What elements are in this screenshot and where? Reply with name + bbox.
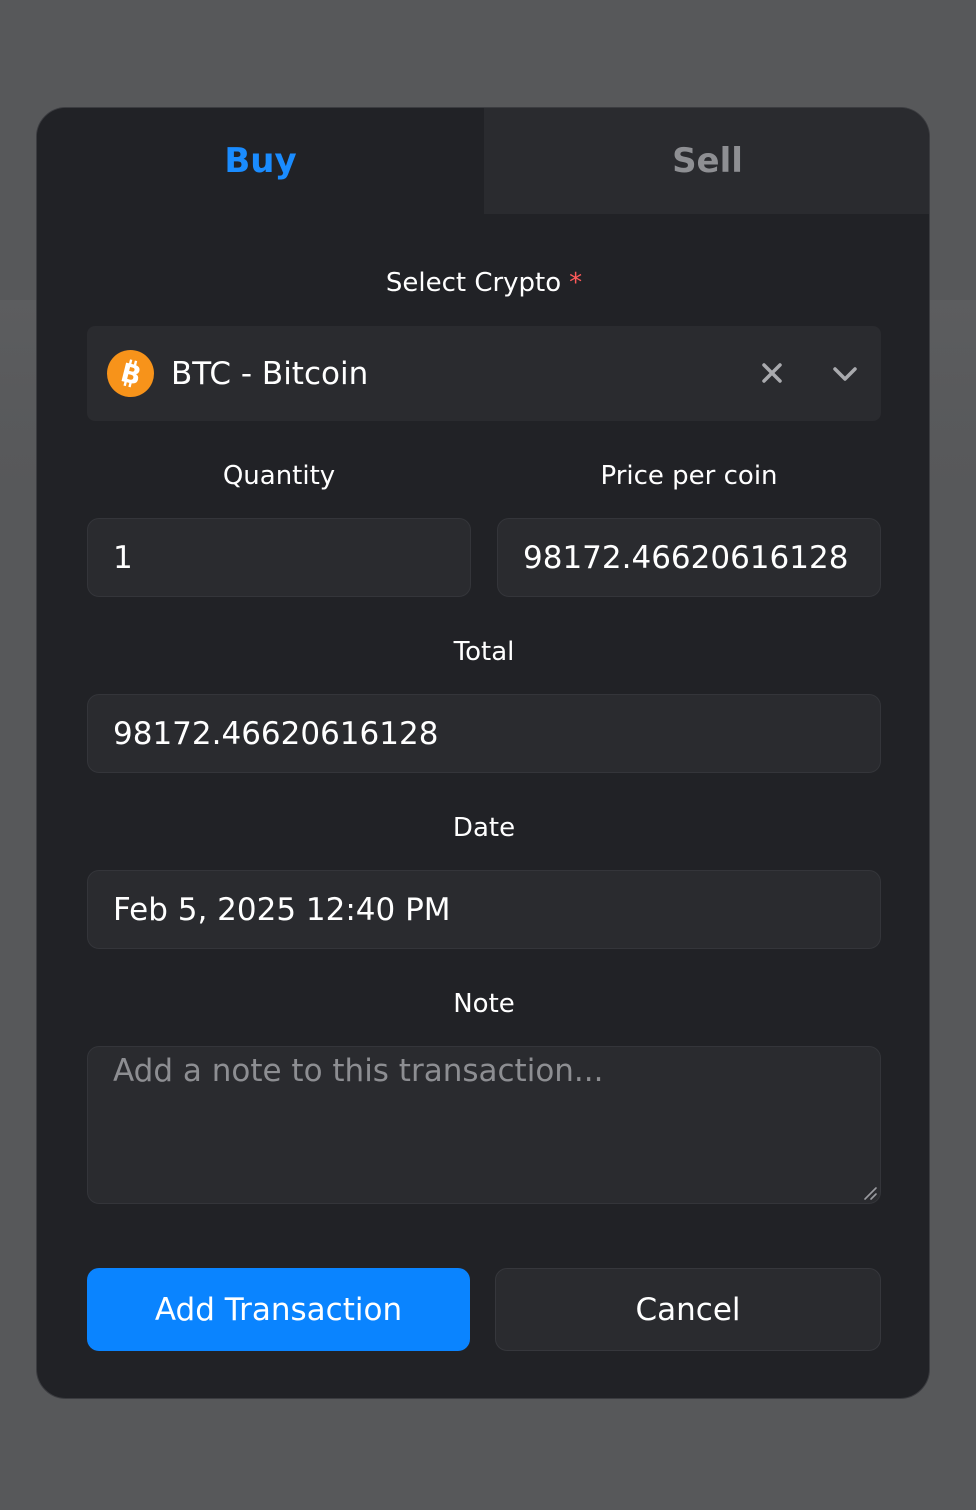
add-transaction-modal: Buy Sell Select Crypto* B BTC - Bitcoin [36, 107, 930, 1399]
price-per-coin-value: 98172.46620616128 [523, 539, 849, 576]
tab-sell[interactable]: Sell [484, 108, 929, 214]
total-input[interactable]: 98172.46620616128 [87, 694, 881, 773]
chevron-down-icon[interactable] [829, 358, 861, 390]
cancel-button[interactable]: Cancel [495, 1268, 881, 1351]
note-label: Note [453, 989, 515, 1019]
crypto-select[interactable]: B BTC - Bitcoin [87, 326, 881, 421]
close-icon[interactable] [757, 358, 787, 388]
select-crypto-label-text: Select Crypto [385, 268, 562, 298]
add-transaction-button-label: Add Transaction [154, 1291, 403, 1328]
required-marker: * [569, 268, 583, 298]
tab-buy-label: Buy [224, 141, 297, 181]
note-placeholder: Add a note to this transaction... [113, 1053, 604, 1089]
add-transaction-button[interactable]: Add Transaction [87, 1268, 470, 1351]
quantity-value: 1 [113, 539, 133, 576]
date-label: Date [452, 813, 516, 843]
tab-sell-label: Sell [672, 141, 743, 181]
price-per-coin-input[interactable]: 98172.46620616128 [497, 518, 881, 597]
cancel-button-label: Cancel [635, 1291, 741, 1328]
note-textarea[interactable]: Add a note to this transaction... [87, 1046, 881, 1204]
total-label: Total [453, 637, 515, 667]
tab-buy[interactable]: Buy [37, 108, 484, 214]
price-per-coin-label: Price per coin [600, 461, 778, 491]
buy-sell-tabs: Buy Sell [37, 108, 929, 214]
quantity-input[interactable]: 1 [87, 518, 471, 597]
date-input[interactable]: Feb 5, 2025 12:40 PM [87, 870, 881, 949]
bitcoin-icon: B [107, 350, 154, 397]
date-value: Feb 5, 2025 12:40 PM [113, 891, 451, 928]
resize-handle-icon[interactable] [862, 1185, 878, 1201]
quantity-label: Quantity [222, 461, 336, 491]
total-value: 98172.46620616128 [113, 715, 439, 752]
crypto-select-value: BTC - Bitcoin [171, 355, 369, 392]
select-crypto-label: Select Crypto * [37, 268, 929, 298]
